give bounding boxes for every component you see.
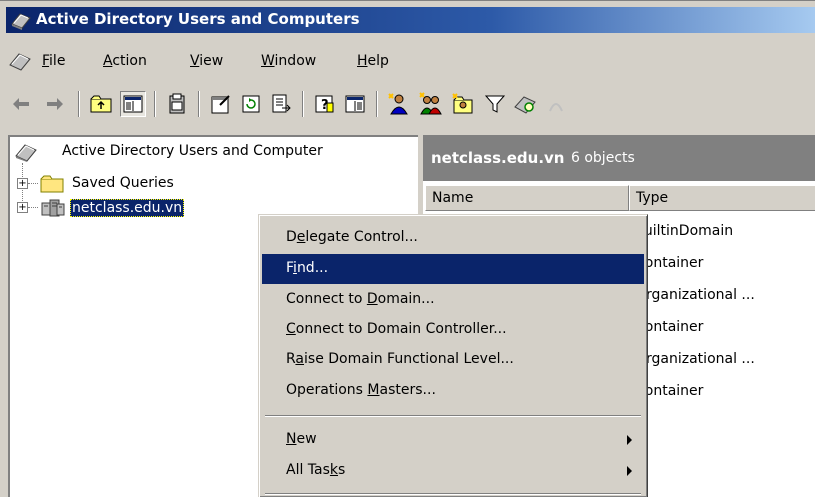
window-title: Active Directory Users and Computers [36,10,360,28]
new-ou-icon[interactable] [450,91,476,117]
tree-item-label-selected: netclass.edu.vn [70,199,185,217]
menu-view[interactable]: View [190,53,223,69]
details-title: netclass.edu.vn [431,149,565,167]
toolbar-separator [154,91,156,117]
toolbar-separator [376,91,378,117]
menu-item-new[interactable]: New [262,425,644,455]
expand-domain[interactable]: + [17,202,28,213]
menu-separator [265,493,641,495]
help-icon[interactable]: ? [312,91,338,117]
directory-book-icon [15,144,37,162]
menu-item-all-tasks[interactable]: All Tasks [262,456,644,486]
details-header: netclass.edu.vn 6 objects [423,137,815,181]
title-bar[interactable]: Active Directory Users and Computers [6,7,815,33]
column-header-type[interactable]: Type [629,185,815,211]
object-count: 6 objects [571,150,635,166]
cell-type: Organizational ... [635,351,755,367]
add-to-group-icon[interactable] [544,91,570,117]
menu-window[interactable]: Window [261,53,316,69]
menu-bar: File Action View Window Help [6,45,815,79]
menu-item-delegate-control[interactable]: Delegate Control... [262,223,644,253]
cell-type: Organizational ... [635,287,755,303]
toolbar-separator [302,91,304,117]
menu-action[interactable]: Action [103,53,147,69]
export-list-icon[interactable] [268,91,294,117]
new-user-icon[interactable] [386,91,412,117]
app-window: Active Directory Users and Computers Fil… [0,0,815,497]
tree-line [28,207,38,208]
tree-root-label: Active Directory Users and Computer [62,143,323,159]
show-hide-console-tree-icon[interactable] [120,91,146,117]
domain-icon [41,199,65,217]
back-icon[interactable] [8,91,34,117]
submenu-arrow-icon [627,435,632,445]
tree-item-label: Saved Queries [72,175,174,191]
folder-icon [40,175,64,193]
new-group-icon[interactable] [418,91,444,117]
forward-icon[interactable] [42,91,68,117]
refresh-icon[interactable] [238,91,264,117]
menu-item-raise-functional-level[interactable]: Raise Domain Functional Level... [262,345,644,375]
delete-icon[interactable] [164,91,190,117]
system-menu-icon[interactable] [8,50,32,72]
menu-separator [265,415,641,417]
expand-saved-queries[interactable]: + [17,178,28,189]
menu-file[interactable]: File [42,53,65,69]
cell-type: builtinDomain [635,223,734,239]
menu-item-operations-masters[interactable]: Operations Masters... [262,376,644,406]
menu-item-connect-domain[interactable]: Connect to Domain... [262,285,644,315]
directory-book-icon [10,10,32,30]
context-menu: Delegate Control... Find... Connect to D… [258,214,648,497]
column-header-name[interactable]: Name [425,185,629,211]
tree-line [28,183,38,184]
filter-icon[interactable] [482,91,508,117]
find-icon[interactable] [512,91,538,117]
toolbar-separator [78,91,80,117]
show-hide-action-pane-icon[interactable] [342,91,368,117]
toolbar: ? [6,87,815,121]
toolbar-separator [198,91,200,117]
up-folder-icon[interactable] [88,91,114,117]
properties-icon[interactable] [208,91,234,117]
menu-item-connect-domain-controller[interactable]: Connect to Domain Controller... [262,315,644,345]
menu-help[interactable]: Help [357,53,389,69]
menu-item-find[interactable]: Find... [262,254,644,284]
submenu-arrow-icon [627,466,632,476]
